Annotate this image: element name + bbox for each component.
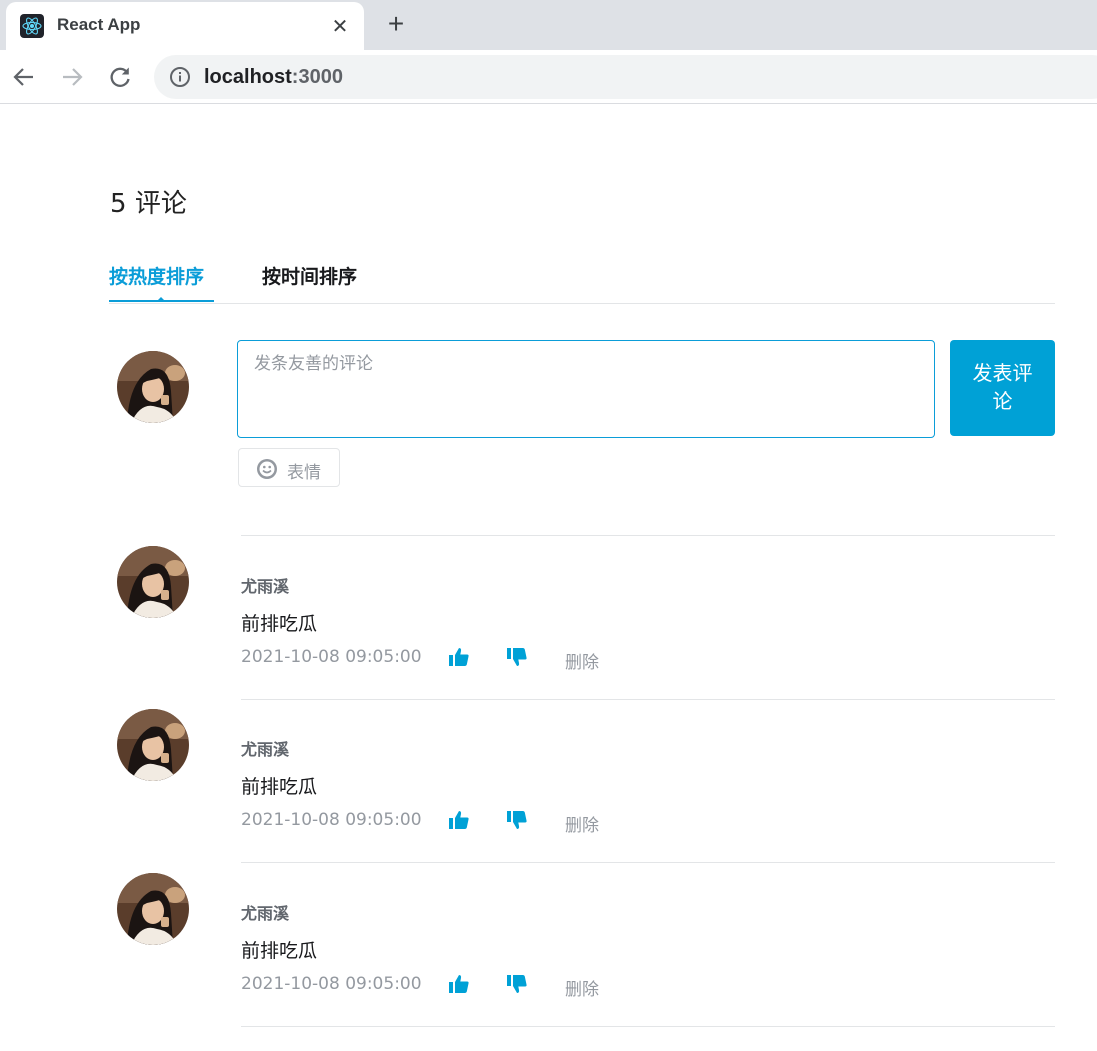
reload-icon[interactable]	[106, 63, 134, 91]
tab-label: 按时间排序	[262, 266, 358, 288]
comment-text: 前排吃瓜	[241, 940, 318, 962]
comment-time: 2021-10-08 09:05:00	[241, 974, 422, 994]
comment-time: 2021-10-08 09:05:00	[241, 810, 422, 830]
comment-count: 5	[110, 189, 127, 219]
close-tab-icon[interactable]: ✕	[328, 14, 352, 38]
user-name[interactable]: 尤雨溪	[241, 573, 289, 597]
divider	[241, 862, 1055, 863]
comment-text: 前排吃瓜	[241, 776, 318, 798]
browser-toolbar: localhost:3000	[0, 50, 1097, 104]
arrow-right-icon[interactable]	[58, 63, 86, 91]
divider	[241, 535, 1055, 536]
avatar	[117, 351, 189, 423]
thumbs-down-icon[interactable]	[506, 809, 528, 831]
url-host: localhost	[204, 66, 292, 88]
address-bar[interactable]: localhost:3000	[154, 55, 1097, 99]
active-indicator	[156, 297, 166, 302]
tab-label: 按热度排序	[109, 266, 205, 288]
browser-tab[interactable]: React App ✕	[6, 2, 364, 50]
user-name[interactable]: 尤雨溪	[241, 900, 289, 924]
delete-button[interactable]: 删除	[565, 648, 599, 673]
delete-button[interactable]: 删除	[565, 811, 599, 836]
tab-title: React App	[57, 15, 141, 34]
thumbs-up-icon[interactable]	[448, 973, 470, 995]
comment-text: 前排吃瓜	[241, 613, 318, 635]
emoji-button[interactable]: 表情	[238, 448, 340, 487]
thumbs-down-icon[interactable]	[506, 973, 528, 995]
comment-input[interactable]	[237, 340, 935, 438]
divider	[241, 1026, 1055, 1027]
new-tab-button[interactable]: +	[381, 10, 411, 40]
comment-count-title: 5 评论	[110, 183, 187, 220]
comment-time: 2021-10-08 09:05:00	[241, 647, 422, 667]
thumbs-up-icon[interactable]	[448, 809, 470, 831]
thumbs-up-icon[interactable]	[448, 646, 470, 668]
tab-sort-by-hot[interactable]: 按热度排序	[109, 262, 214, 302]
smiley-icon	[256, 458, 278, 480]
thumbs-down-icon[interactable]	[506, 646, 528, 668]
divider	[241, 699, 1055, 700]
react-logo-icon	[20, 14, 44, 38]
comment-count-label: 评论	[134, 189, 187, 219]
url-port: :3000	[291, 66, 343, 88]
avatar	[117, 546, 189, 618]
url-text: localhost:3000	[204, 66, 343, 89]
info-icon[interactable]	[169, 66, 191, 88]
user-name[interactable]: 尤雨溪	[241, 736, 289, 760]
avatar	[117, 709, 189, 781]
send-comment-button[interactable]: 发表评论	[950, 340, 1055, 436]
sort-tabs: 按热度排序 按时间排序	[109, 258, 1055, 304]
delete-button[interactable]: 删除	[565, 975, 599, 1000]
arrow-left-icon[interactable]	[10, 63, 38, 91]
browser-tab-strip: React App ✕ +	[0, 0, 1097, 50]
avatar	[117, 873, 189, 945]
emoji-label: 表情	[287, 463, 321, 483]
tab-sort-by-time[interactable]: 按时间排序	[262, 262, 357, 302]
